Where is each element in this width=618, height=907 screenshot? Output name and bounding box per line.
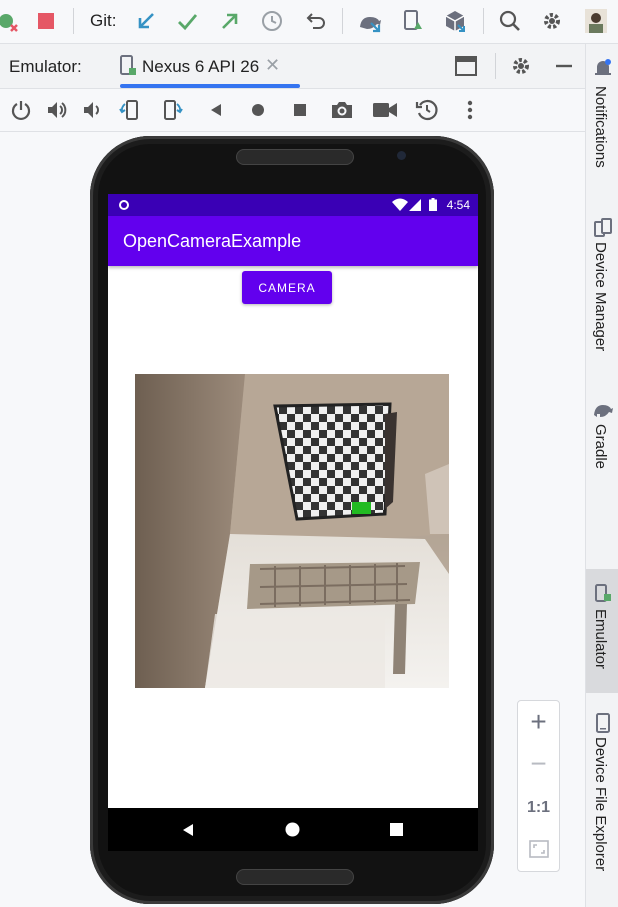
device-screen[interactable]: 4:54 OpenCameraExample CAMERA (108, 194, 478, 851)
tab-label: Nexus 6 API 26 (142, 57, 260, 76)
zoom-out-button[interactable]: − (518, 747, 559, 781)
sidebar-item-label: Notifications (592, 86, 609, 168)
zoom-controls: + − 1:1 (517, 700, 560, 872)
emulator-icon (593, 583, 613, 603)
status-time: 4:54 (446, 198, 470, 212)
sidebar-item-notifications[interactable]: Notifications (586, 54, 618, 194)
debug-stop-icon[interactable] (0, 8, 22, 34)
screenshot-icon[interactable] (329, 97, 355, 123)
status-bar: 4:54 (108, 194, 478, 216)
device-icon (118, 55, 138, 77)
nav-home-icon[interactable] (285, 822, 300, 837)
main-toolbar: Git: (0, 0, 618, 44)
overview-icon[interactable] (287, 97, 313, 123)
app-inspection-icon[interactable] (399, 8, 425, 34)
commit-icon[interactable] (174, 8, 200, 34)
update-project-icon[interactable] (133, 8, 159, 34)
phone-speaker-top (236, 149, 354, 165)
history-icon[interactable] (259, 8, 285, 34)
tab-selected-indicator (120, 84, 300, 88)
emulator-controls-toolbar (0, 89, 585, 132)
window-layout-icon[interactable] (453, 53, 479, 79)
nav-overview-icon[interactable] (390, 823, 403, 836)
sidebar-item-gradle[interactable]: Gradle (586, 396, 618, 526)
sidebar-item-label: Device File Explorer (592, 737, 609, 872)
sidebar-item-emulator[interactable]: Emulator (586, 569, 618, 693)
battery-icon (429, 198, 437, 211)
wifi-icon (392, 198, 408, 211)
settings-icon[interactable] (508, 53, 534, 79)
minimize-icon[interactable] (551, 53, 577, 79)
home-icon[interactable] (245, 97, 271, 123)
emulator-label: Emulator: (9, 57, 82, 76)
bell-icon (593, 58, 613, 78)
sidebar-item-label: Gradle (592, 424, 609, 470)
fit-screen-icon[interactable] (518, 839, 559, 859)
snapshot-icon[interactable] (414, 97, 440, 123)
nav-back-icon[interactable] (181, 823, 195, 837)
navigation-bar (108, 808, 478, 851)
zoom-in-button[interactable]: + (518, 705, 559, 739)
device-manager-icon (593, 218, 613, 238)
sdk-icon[interactable] (442, 8, 468, 34)
more-options-icon[interactable] (457, 97, 483, 123)
tab-nexus-6-api-26[interactable]: Nexus 6 API 26 ✕ (114, 44, 300, 88)
screen-record-icon[interactable] (372, 97, 398, 123)
status-dot-icon (118, 199, 130, 211)
push-icon[interactable] (217, 8, 243, 34)
rollback-icon[interactable] (303, 8, 329, 34)
actual-size-button[interactable]: 1:1 (518, 797, 559, 819)
captured-photo (135, 374, 449, 688)
device-manager-icon[interactable] (357, 8, 383, 34)
back-icon[interactable] (203, 97, 229, 123)
app-bar: OpenCameraExample (108, 216, 478, 266)
search-icon[interactable] (497, 8, 523, 34)
sidebar-item-device-manager[interactable]: Device Manager (586, 214, 618, 374)
volume-up-icon[interactable] (44, 97, 70, 123)
git-label: Git: (90, 11, 117, 30)
elephant-icon (592, 399, 614, 419)
phone-icon (593, 713, 613, 733)
avatar-icon[interactable] (583, 8, 609, 34)
phone-speaker-bottom (236, 869, 354, 885)
close-icon[interactable]: ✕ (265, 55, 280, 76)
right-tool-window-bar: Notifications Device Manager Gradle Emul… (585, 44, 618, 907)
power-icon[interactable] (8, 97, 34, 123)
signal-icon (409, 199, 421, 211)
settings-icon[interactable] (539, 8, 565, 34)
volume-down-icon[interactable] (79, 97, 105, 123)
sidebar-item-label: Device Manager (592, 242, 609, 352)
emulator-tool-window-header: Emulator: Nexus 6 API 26 ✕ (0, 44, 585, 89)
camera-button[interactable]: CAMERA (242, 271, 332, 304)
app-title: OpenCameraExample (123, 231, 302, 251)
front-camera (397, 151, 406, 160)
sidebar-item-label: Emulator (592, 609, 609, 670)
sidebar-item-device-file-explorer[interactable]: Device File Explorer (586, 709, 618, 904)
rotate-right-icon[interactable] (159, 97, 185, 123)
rotate-left-icon[interactable] (117, 97, 143, 123)
stop-icon[interactable] (33, 8, 59, 34)
